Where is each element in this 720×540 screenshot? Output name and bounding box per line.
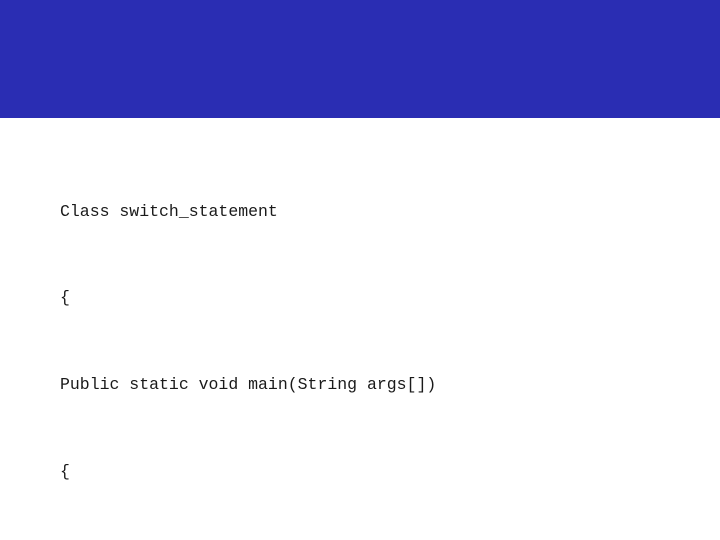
code-line: Class switch_statement (60, 198, 486, 227)
code-line: { (60, 284, 486, 313)
code-block: Class switch_statement { Public static v… (60, 140, 486, 540)
code-line: { (60, 458, 486, 487)
slide: Class switch_statement { Public static v… (0, 0, 720, 540)
header-bar (0, 0, 720, 118)
code-line: Public static void main(String args[]) (60, 371, 486, 400)
